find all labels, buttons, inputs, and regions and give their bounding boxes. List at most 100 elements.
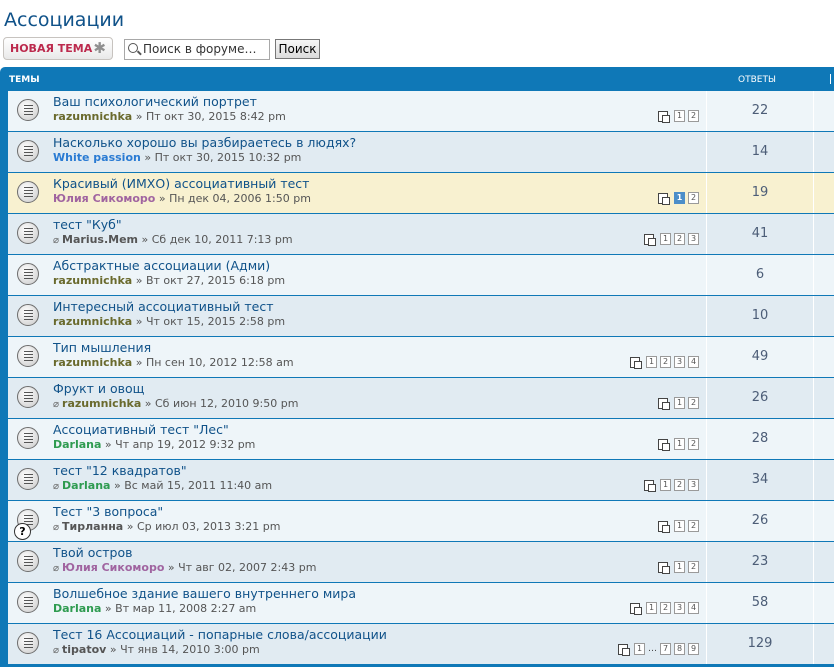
topic-meta: Юлия Сикоморо » Пн дек 04, 2006 1:50 pm bbox=[53, 192, 311, 205]
topic-title-link[interactable]: тест "12 квадратов" bbox=[53, 463, 187, 478]
page-link[interactable]: 2 bbox=[674, 233, 685, 245]
header-replies: ОТВЕТЫ bbox=[738, 75, 776, 85]
page-link[interactable]: 2 bbox=[660, 602, 671, 614]
topic-row[interactable]: Тип мышления razumnichka » Пн сен 10, 201… bbox=[8, 337, 834, 378]
topic-title-link[interactable]: Твой остров bbox=[53, 545, 133, 560]
topic-author-link[interactable]: Darlana bbox=[53, 602, 101, 615]
page-link[interactable]: 2 bbox=[660, 356, 671, 368]
topic-row[interactable]: Интересный ассоциативный тест razumnichka… bbox=[8, 296, 834, 337]
topic-title-link[interactable]: тест "Куб" bbox=[53, 217, 122, 232]
page-link[interactable]: 2 bbox=[688, 192, 699, 204]
search-input[interactable]: Поиск в форуме… bbox=[124, 39, 270, 60]
page-link[interactable]: 1 bbox=[674, 397, 685, 409]
topic-row[interactable]: Волшебное здание вашего внутреннего мира… bbox=[8, 583, 834, 624]
page-link[interactable]: 9 bbox=[688, 643, 699, 655]
page-link[interactable]: 3 bbox=[688, 479, 699, 491]
topic-title-link[interactable]: Волшебное здание вашего внутреннего мира bbox=[53, 586, 356, 601]
topic-title-link[interactable]: Фрукт и овощ bbox=[53, 381, 144, 396]
topic-title-link[interactable]: Ассоциативный тест "Лес" bbox=[53, 422, 229, 437]
topic-title-link[interactable]: Абстрактные ассоциации (Адми) bbox=[53, 258, 270, 273]
reply-count: 22 bbox=[751, 103, 769, 118]
topic-title-link[interactable]: Тест 16 Ассоциаций - попарные слова/ассо… bbox=[53, 627, 387, 642]
page-link[interactable]: 1 bbox=[674, 438, 685, 450]
page-link[interactable]: 4 bbox=[688, 602, 699, 614]
pagination-ellipsis: … bbox=[648, 644, 657, 654]
topic-author-link[interactable]: Darlana bbox=[62, 479, 110, 492]
page-link[interactable]: 1 bbox=[660, 233, 671, 245]
reply-count: 10 bbox=[751, 308, 769, 323]
reply-count: 19 bbox=[751, 185, 769, 200]
topic-date: » Ср июл 03, 2013 3:21 pm bbox=[123, 520, 281, 533]
topic-title-link[interactable]: Красивый (ИМХО) ассоциативный тест bbox=[53, 176, 309, 191]
topic-author-link[interactable]: razumnichka bbox=[53, 274, 132, 287]
topic-row[interactable]: Ассоциативный тест "Лес" Darlana » Чт апр… bbox=[8, 419, 834, 460]
topic-meta: ⌀ razumnichka » Сб июн 12, 2010 9:50 pm bbox=[53, 397, 298, 410]
reply-count: 26 bbox=[751, 390, 769, 405]
page-link[interactable]: 1 bbox=[634, 643, 645, 655]
page-link[interactable]: 1 bbox=[646, 602, 657, 614]
attachment-icon: ⌀ bbox=[53, 645, 60, 656]
topic-author-link[interactable]: razumnichka bbox=[53, 110, 132, 123]
page-link[interactable]: 1 bbox=[646, 356, 657, 368]
column-divider bbox=[813, 91, 814, 131]
topic-row[interactable]: Красивый (ИМХО) ассоциативный тест Юлия С… bbox=[8, 173, 834, 214]
page-link[interactable]: 3 bbox=[674, 356, 685, 368]
topic-title-link[interactable]: Тип мышления bbox=[53, 340, 151, 355]
topic-title-link[interactable]: Тест "3 вопроса" bbox=[53, 504, 163, 519]
topic-title-link[interactable]: Ваш психологический портрет bbox=[53, 94, 257, 109]
pages-icon bbox=[630, 602, 642, 615]
page-title[interactable]: Ассоциации bbox=[4, 9, 124, 31]
topic-row[interactable]: Твой остров ⌀ Юлия Сикоморо » Чт авг 02, 2… bbox=[8, 542, 834, 583]
topic-row[interactable]: Ваш психологический портрет razumnichka »… bbox=[8, 91, 834, 132]
topic-row[interactable]: Тест 16 Ассоциаций - попарные слова/ассо… bbox=[8, 624, 834, 665]
topic-meta: razumnichka » Чт окт 15, 2015 2:58 pm bbox=[53, 315, 285, 328]
page-link[interactable]: 3 bbox=[674, 602, 685, 614]
topic-title-link[interactable]: Насколько хорошо вы разбираетесь в людях… bbox=[53, 135, 356, 150]
topic-author-link[interactable]: White passion bbox=[53, 151, 141, 164]
page-link[interactable]: 2 bbox=[688, 397, 699, 409]
attachment-icon: ⌀ bbox=[53, 399, 60, 410]
page-link[interactable]: 2 bbox=[688, 561, 699, 573]
topic-read-icon bbox=[17, 222, 39, 244]
topic-author-link[interactable]: razumnichka bbox=[53, 356, 132, 369]
topic-author-link[interactable]: razumnichka bbox=[53, 315, 132, 328]
column-divider bbox=[813, 296, 814, 336]
search-button[interactable]: Поиск bbox=[275, 39, 320, 59]
topic-date: » Чт окт 15, 2015 2:58 pm bbox=[132, 315, 286, 328]
reply-count: 41 bbox=[751, 226, 769, 241]
topic-row[interactable]: Насколько хорошо вы разбираетесь в людях… bbox=[8, 132, 834, 173]
page-link[interactable]: 2 bbox=[688, 438, 699, 450]
topic-list-header: ТЕМЫ ОТВЕТЫ bbox=[0, 67, 834, 91]
page-link[interactable]: 4 bbox=[688, 356, 699, 368]
page-link[interactable]: 1 bbox=[674, 561, 685, 573]
topic-author-link[interactable]: Юлия Сикоморо bbox=[62, 561, 164, 574]
page-link[interactable]: 7 bbox=[660, 643, 671, 655]
page-link[interactable]: 2 bbox=[688, 110, 699, 122]
page-link[interactable]: 3 bbox=[688, 233, 699, 245]
topic-author-link[interactable]: Тирланна bbox=[62, 520, 123, 533]
topic-row[interactable]: тест "Куб" ⌀ Marius.Mem » Сб дек 10, 2011 … bbox=[8, 214, 834, 255]
topic-title-link[interactable]: Интересный ассоциативный тест bbox=[53, 299, 274, 314]
page-link[interactable]: 1 bbox=[674, 520, 685, 532]
topic-author-link[interactable]: Юлия Сикоморо bbox=[53, 192, 155, 205]
topic-row[interactable]: ? Тест "3 вопроса" ⌀ Тирланна » Ср июл 03, … bbox=[8, 501, 834, 542]
page-link[interactable]: 2 bbox=[688, 520, 699, 532]
new-topic-button[interactable]: НОВАЯ ТЕМА ✱ bbox=[3, 37, 113, 60]
topic-row[interactable]: Абстрактные ассоциации (Адми) razumnichka… bbox=[8, 255, 834, 296]
page-link[interactable]: 8 bbox=[674, 643, 685, 655]
topic-author-link[interactable]: razumnichka bbox=[62, 397, 141, 410]
topic-pagination: 12 bbox=[658, 520, 699, 533]
topic-date: » Сб июн 12, 2010 9:50 pm bbox=[141, 397, 299, 410]
reply-count: 49 bbox=[751, 349, 769, 364]
page-link[interactable]: 1 bbox=[674, 110, 685, 122]
topic-author-link[interactable]: Marius.Mem bbox=[62, 233, 138, 246]
page-link[interactable]: 2 bbox=[674, 479, 685, 491]
topic-author-link[interactable]: tipatov bbox=[62, 643, 106, 656]
page-link[interactable]: 1 bbox=[660, 479, 671, 491]
topic-author-link[interactable]: Darlana bbox=[53, 438, 101, 451]
topic-read-icon bbox=[17, 263, 39, 285]
topic-row[interactable]: Фрукт и овощ ⌀ razumnichka » Сб июн 12, 20… bbox=[8, 378, 834, 419]
reply-count: 6 bbox=[755, 267, 765, 282]
topic-row[interactable]: тест "12 квадратов" ⌀ Darlana » Вс май 15,… bbox=[8, 460, 834, 501]
page-link[interactable]: 1 bbox=[674, 192, 685, 204]
